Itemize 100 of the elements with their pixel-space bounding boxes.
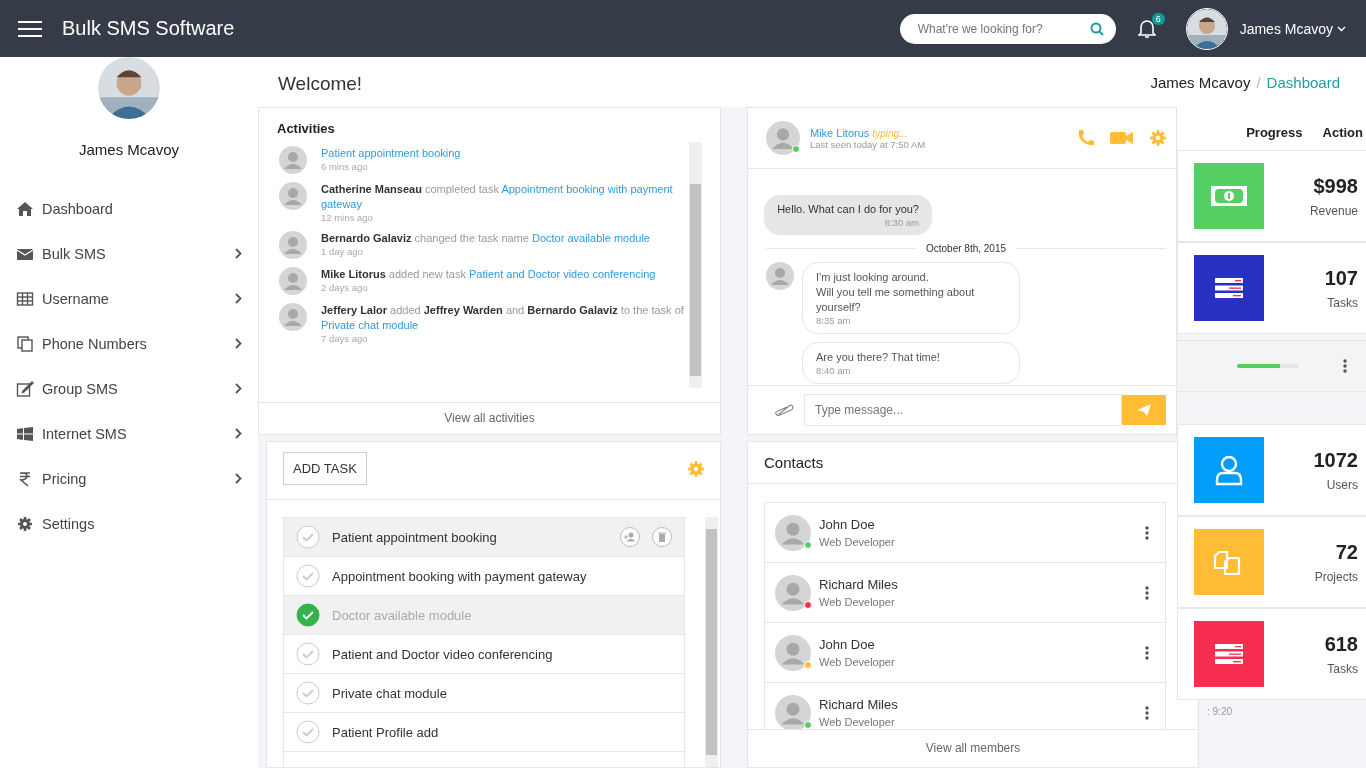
stat-label: Tasks bbox=[1326, 661, 1358, 676]
message-time: : 9:20 bbox=[1206, 705, 1234, 717]
activity-time: 2 days ago bbox=[321, 282, 369, 293]
contact-role: Web Developer bbox=[819, 716, 896, 728]
activity-text: Bernardo Galaviz changed the task name Doctor available module bbox=[321, 231, 650, 246]
avatar-icon bbox=[775, 574, 811, 611]
contact-name: John Doe bbox=[819, 637, 876, 652]
assign-user-icon[interactable] bbox=[620, 527, 640, 547]
windows-icon bbox=[16, 425, 34, 442]
avatar-icon bbox=[279, 146, 307, 174]
message-text: Hello. What can I do for you? bbox=[777, 202, 919, 217]
contact-item[interactable]: Richard Miles Web Developer bbox=[764, 562, 1166, 622]
activity-time: 12 mins ago bbox=[321, 212, 374, 223]
more-icon[interactable] bbox=[1145, 525, 1149, 540]
online-dot bbox=[792, 145, 800, 153]
activity-time: 1 day ago bbox=[321, 246, 364, 257]
user-menu[interactable]: James Mcavoy bbox=[1239, 20, 1333, 37]
more-icon[interactable] bbox=[1343, 359, 1347, 373]
settings-icon[interactable] bbox=[686, 458, 706, 479]
phone-icon[interactable] bbox=[1076, 129, 1096, 147]
avatar-icon bbox=[775, 694, 811, 729]
breadcrumb-current: Dashboard bbox=[1266, 73, 1340, 91]
contact-item[interactable]: John Doe Web Developer bbox=[764, 502, 1166, 562]
scrollbar[interactable] bbox=[705, 517, 718, 767]
settings-icon[interactable] bbox=[1148, 128, 1168, 148]
avatar-icon bbox=[279, 182, 307, 210]
activity-time: 7 days ago bbox=[321, 333, 369, 344]
more-icon[interactable] bbox=[1145, 645, 1149, 660]
contact-role: Web Developer bbox=[819, 596, 896, 608]
stat-label: Revenue bbox=[1309, 203, 1358, 218]
message-time: 8:40 am bbox=[816, 365, 852, 376]
message-time: 8:30 am bbox=[883, 217, 919, 228]
send-icon bbox=[1137, 404, 1151, 416]
more-icon[interactable] bbox=[1145, 585, 1149, 600]
check-icon[interactable] bbox=[296, 720, 320, 744]
grid-icon bbox=[16, 290, 34, 307]
menu-icon bbox=[18, 20, 42, 37]
stat-value: 107 bbox=[1324, 266, 1358, 290]
gear-icon bbox=[16, 515, 34, 532]
view-all-link[interactable]: View all activities bbox=[259, 402, 720, 434]
video-camera-icon[interactable] bbox=[1110, 130, 1134, 146]
send-button[interactable] bbox=[1122, 395, 1166, 425]
column-header: Progress bbox=[1246, 125, 1303, 140]
last-seen: Last seen today at 7:50 AM bbox=[810, 138, 926, 150]
add-task-button[interactable]: ADD TASK bbox=[283, 452, 367, 485]
stat-label: Projects bbox=[1314, 569, 1358, 584]
stat-value: 72 bbox=[1334, 540, 1358, 564]
contact-name: Richard Miles bbox=[819, 577, 898, 592]
card-title: Activities bbox=[276, 120, 336, 138]
task-item[interactable]: Patient appointment booking bbox=[284, 518, 684, 557]
stat-value: $998 bbox=[1312, 174, 1358, 198]
copy-icon bbox=[16, 335, 34, 352]
activity-text: Patient appointment booking bbox=[321, 146, 461, 161]
contact-name: Richard Miles bbox=[819, 697, 898, 712]
contact-name: John Doe bbox=[819, 517, 876, 532]
menu-button[interactable] bbox=[18, 20, 42, 37]
sidebar-item[interactable]: Pricing bbox=[0, 456, 258, 501]
sidebar-item[interactable]: Settings bbox=[0, 501, 258, 546]
message-text: I'm just looking around. Will you tell me something about yourself? bbox=[816, 270, 976, 315]
more-icon[interactable] bbox=[1145, 705, 1149, 720]
contact-item[interactable]: John Doe Web Developer bbox=[764, 622, 1166, 682]
stat-value: 618 bbox=[1324, 632, 1358, 656]
avatar-icon bbox=[279, 231, 307, 259]
sidebar-item[interactable]: Username bbox=[0, 276, 258, 321]
search-icon[interactable] bbox=[1089, 21, 1104, 36]
search-field[interactable]: What're we looking for? bbox=[899, 13, 1116, 44]
sidebar-item[interactable]: Bulk SMS bbox=[0, 231, 258, 276]
sidebar-item[interactable]: Phone Numbers bbox=[0, 321, 258, 366]
breadcrumb-separator: / bbox=[1256, 73, 1261, 91]
sidebar-item[interactable]: Internet SMS bbox=[0, 411, 258, 456]
stat-label: Tasks bbox=[1326, 295, 1358, 310]
sidebar-item[interactable]: Dashboard bbox=[0, 186, 258, 231]
bell-icon[interactable] bbox=[1137, 18, 1156, 39]
check-icon[interactable] bbox=[296, 603, 320, 627]
check-icon[interactable] bbox=[296, 681, 320, 705]
sidebar-item[interactable]: Group SMS bbox=[0, 366, 258, 411]
avatar-icon bbox=[775, 634, 811, 671]
avatar-icon bbox=[775, 514, 811, 551]
check-icon[interactable] bbox=[296, 642, 320, 666]
app-title: Bulk SMS Software bbox=[62, 17, 235, 40]
contact-role: Web Developer bbox=[819, 536, 895, 548]
message-input[interactable]: Type message... bbox=[804, 394, 1122, 426]
column-header: Action bbox=[1322, 125, 1363, 140]
caret-icon[interactable] bbox=[1337, 25, 1346, 32]
contact-role: Web Developer bbox=[819, 656, 895, 668]
check-icon[interactable] bbox=[296, 564, 320, 588]
activity-text: Jeffery Lalor added Jeffrey Warden and Bernardo Galaviz to the task of Private chat module bbox=[321, 303, 685, 333]
paperclip-icon[interactable] bbox=[772, 403, 794, 417]
activity-time: 6 mins ago bbox=[321, 161, 369, 172]
message-text: Are you there? That time! bbox=[816, 350, 941, 365]
check-icon[interactable] bbox=[296, 525, 320, 549]
notification-badge: 6 bbox=[1151, 12, 1165, 25]
trash-icon[interactable] bbox=[652, 527, 672, 547]
avatar-icon bbox=[279, 267, 307, 295]
scrollbar[interactable] bbox=[689, 142, 702, 388]
breadcrumb-link[interactable]: James Mcavoy bbox=[1150, 73, 1251, 91]
contact-name: Mike Litorus bbox=[810, 126, 870, 139]
stat-value: 1072 bbox=[1313, 448, 1358, 472]
date-divider: October 8th, 2015 bbox=[925, 243, 1007, 254]
avatar-icon bbox=[279, 303, 307, 331]
